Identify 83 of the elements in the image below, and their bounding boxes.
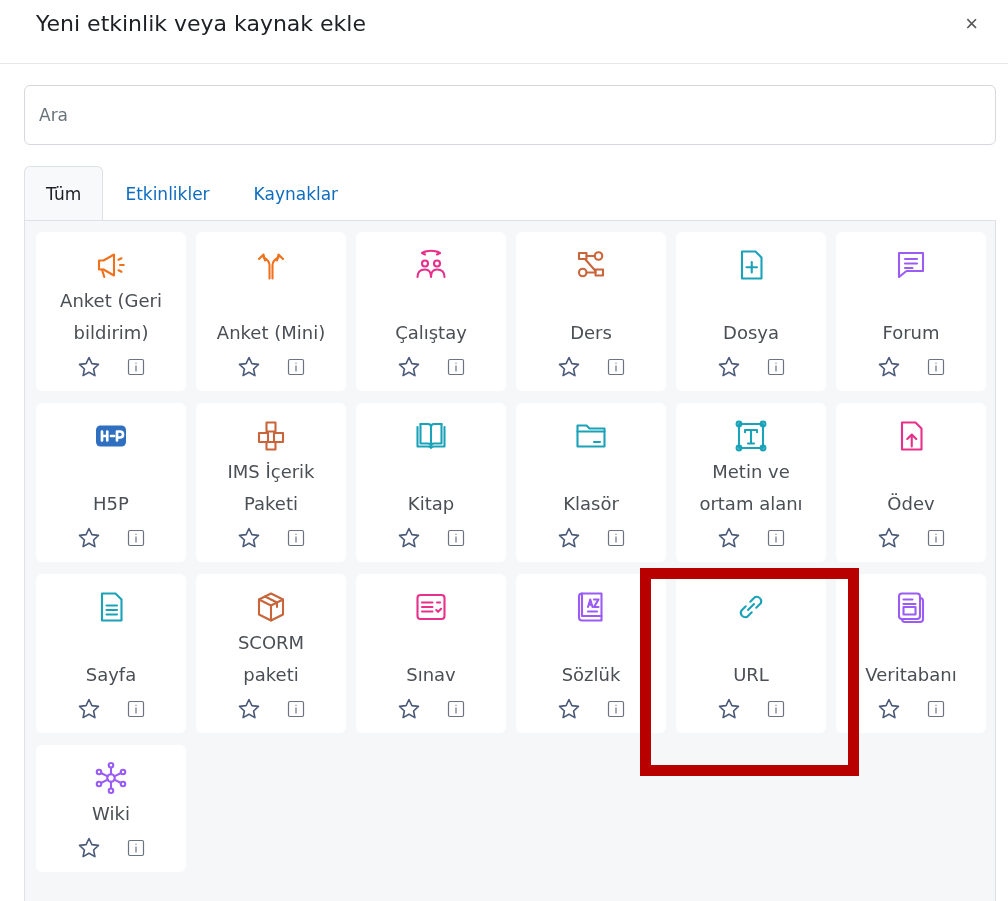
tab[interactable]: Etkinlikler	[103, 166, 232, 220]
info-icon[interactable]	[927, 700, 945, 718]
module-label: Veritabanı	[864, 663, 958, 687]
module-label: Çalıştay	[394, 321, 468, 345]
info-icon[interactable]	[447, 358, 465, 376]
star-icon[interactable]	[397, 526, 421, 550]
module-card[interactable]: Sözlük	[516, 574, 666, 733]
module-label: Wiki	[91, 802, 131, 826]
module-card[interactable]: IMS İçerik Paketi	[196, 403, 346, 562]
info-icon[interactable]	[287, 358, 305, 376]
star-icon[interactable]	[77, 836, 101, 860]
module-label: Sayfa	[84, 663, 138, 687]
module-card[interactable]: Sınav	[356, 574, 506, 733]
module-label: Sözlük	[560, 663, 622, 687]
module-label: Forum	[881, 321, 941, 345]
module-card[interactable]: Kitap	[356, 403, 506, 562]
module-card[interactable]: Ders	[516, 232, 666, 391]
info-icon[interactable]	[127, 700, 145, 718]
star-icon[interactable]	[397, 355, 421, 379]
module-label: Ders	[569, 321, 613, 345]
module-card[interactable]: Dosya	[676, 232, 826, 391]
info-icon[interactable]	[767, 700, 785, 718]
tab[interactable]: Tüm	[24, 166, 104, 220]
module-card[interactable]: Anket (Mini)	[196, 232, 346, 391]
network-icon	[93, 760, 129, 796]
star-icon[interactable]	[237, 526, 261, 550]
info-icon[interactable]	[127, 839, 145, 857]
module-label: Metin ve ortam alanı	[698, 460, 804, 516]
module-label: Sınav	[405, 663, 457, 687]
info-icon[interactable]	[127, 358, 145, 376]
info-icon[interactable]	[767, 529, 785, 547]
module-label: H5P	[92, 492, 130, 516]
module-label: Anket (Mini)	[215, 321, 327, 345]
info-icon[interactable]	[127, 529, 145, 547]
module-label: URL	[732, 663, 770, 687]
module-label: IMS İçerik Paketi	[226, 460, 316, 516]
star-icon[interactable]	[237, 697, 261, 721]
info-icon[interactable]	[767, 358, 785, 376]
module-card[interactable]: Çalıştay	[356, 232, 506, 391]
close-button[interactable]: ×	[961, 10, 982, 37]
info-icon[interactable]	[927, 358, 945, 376]
module-label: Ödev	[886, 492, 936, 516]
star-icon[interactable]	[877, 526, 901, 550]
module-card[interactable]: Sayfa	[36, 574, 186, 733]
tab[interactable]: Kaynaklar	[231, 166, 361, 220]
search-field[interactable]: Ara	[24, 85, 996, 145]
module-label: Kitap	[406, 492, 456, 516]
info-icon[interactable]	[927, 529, 945, 547]
info-icon[interactable]	[287, 700, 305, 718]
module-card[interactable]: Forum	[836, 232, 986, 391]
module-card[interactable]: Veritabanı	[836, 574, 986, 733]
module-card[interactable]: Anket (Geri bildirim)	[36, 232, 186, 391]
star-icon[interactable]	[77, 526, 101, 550]
module-card[interactable]: SCORM paketi	[196, 574, 346, 733]
star-icon[interactable]	[557, 355, 581, 379]
star-icon[interactable]	[557, 697, 581, 721]
module-label: Dosya	[722, 321, 780, 345]
star-icon[interactable]	[237, 355, 261, 379]
info-icon[interactable]	[607, 529, 625, 547]
dialog-title: Yeni etkinlik veya kaynak ekle	[36, 11, 366, 36]
info-icon[interactable]	[447, 529, 465, 547]
star-icon[interactable]	[77, 697, 101, 721]
star-icon[interactable]	[717, 697, 741, 721]
module-card[interactable]: Metin ve ortam alanı	[676, 403, 826, 562]
module-card[interactable]: Ödev	[836, 403, 986, 562]
star-icon[interactable]	[557, 526, 581, 550]
info-icon[interactable]	[607, 700, 625, 718]
module-card[interactable]: Wiki	[36, 745, 186, 872]
star-icon[interactable]	[397, 697, 421, 721]
star-icon[interactable]	[877, 355, 901, 379]
module-label: Anket (Geri bildirim)	[59, 289, 163, 345]
star-icon[interactable]	[77, 355, 101, 379]
text-frame-icon	[733, 418, 769, 454]
module-label: SCORM paketi	[236, 631, 306, 687]
info-icon[interactable]	[607, 358, 625, 376]
module-label: Klasör	[562, 492, 620, 516]
star-icon[interactable]	[717, 355, 741, 379]
info-icon[interactable]	[447, 700, 465, 718]
info-icon[interactable]	[287, 529, 305, 547]
module-card[interactable]: H5P	[36, 403, 186, 562]
module-card[interactable]: Klasör	[516, 403, 666, 562]
star-icon[interactable]	[717, 526, 741, 550]
star-icon[interactable]	[877, 697, 901, 721]
